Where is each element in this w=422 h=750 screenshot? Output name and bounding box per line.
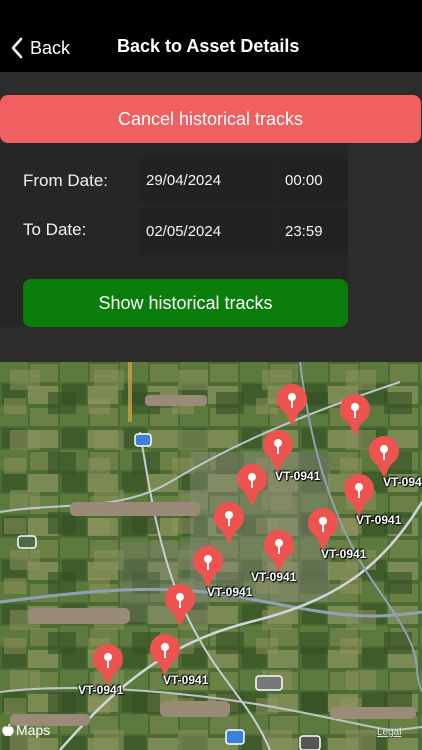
show-historical-tracks-button[interactable]: Show historical tracks	[23, 279, 348, 327]
location-pin-icon[interactable]	[163, 584, 197, 628]
page-title: Back to Asset Details	[117, 36, 300, 56]
vehicle-label: VT-0941	[163, 673, 209, 687]
from-date-value: 29/04/2024	[146, 171, 222, 189]
location-pin-icon[interactable]	[342, 474, 376, 518]
to-date-label: To Date:	[23, 220, 87, 239]
location-pin-icon[interactable]	[212, 502, 246, 546]
chevron-left-icon	[11, 37, 23, 59]
vehicle-label: VT-0941	[275, 469, 321, 483]
from-date-field[interactable]: 29/04/2024	[139, 157, 276, 203]
from-date-label: From Date:	[23, 171, 109, 190]
satellite-map[interactable]: VT-0941 VT-094 VT-0941 VT-0941 VT-0941 V…	[0, 362, 422, 750]
location-pin-icon[interactable]	[275, 384, 309, 428]
apple-logo-icon	[2, 723, 14, 736]
vehicle-label: VT-0941	[251, 570, 297, 584]
to-date-value: 02/05/2024	[146, 222, 222, 240]
vehicle-label: VT-0941	[356, 513, 402, 527]
back-button[interactable]: Back	[10, 36, 70, 60]
location-pin-icon[interactable]	[148, 634, 182, 678]
location-pin-icon[interactable]	[262, 530, 296, 574]
maps-label: Maps	[16, 722, 51, 738]
from-time-value: 00:00	[285, 171, 323, 189]
from-time-field[interactable]: 00:00	[277, 157, 348, 203]
to-time-field[interactable]: 23:59	[277, 208, 348, 254]
maps-attribution: Maps	[2, 722, 50, 738]
legal-link[interactable]: Legal	[377, 727, 401, 738]
vehicle-label: VT-0941	[207, 585, 253, 599]
location-pin-icon[interactable]	[338, 394, 372, 438]
vehicle-label: VT-0941	[321, 547, 367, 561]
back-label: Back	[30, 37, 71, 58]
to-date-field[interactable]: 02/05/2024	[139, 208, 276, 254]
vehicle-label: VT-094	[383, 475, 422, 489]
to-time-value: 23:59	[285, 222, 323, 240]
location-pin-icon[interactable]	[91, 644, 125, 688]
cancel-historical-tracks-button[interactable]: Cancel historical tracks	[0, 95, 421, 143]
vehicle-label: VT-0941	[78, 683, 124, 697]
panel-spacer	[0, 327, 422, 362]
location-pin-icon[interactable]	[306, 508, 340, 552]
